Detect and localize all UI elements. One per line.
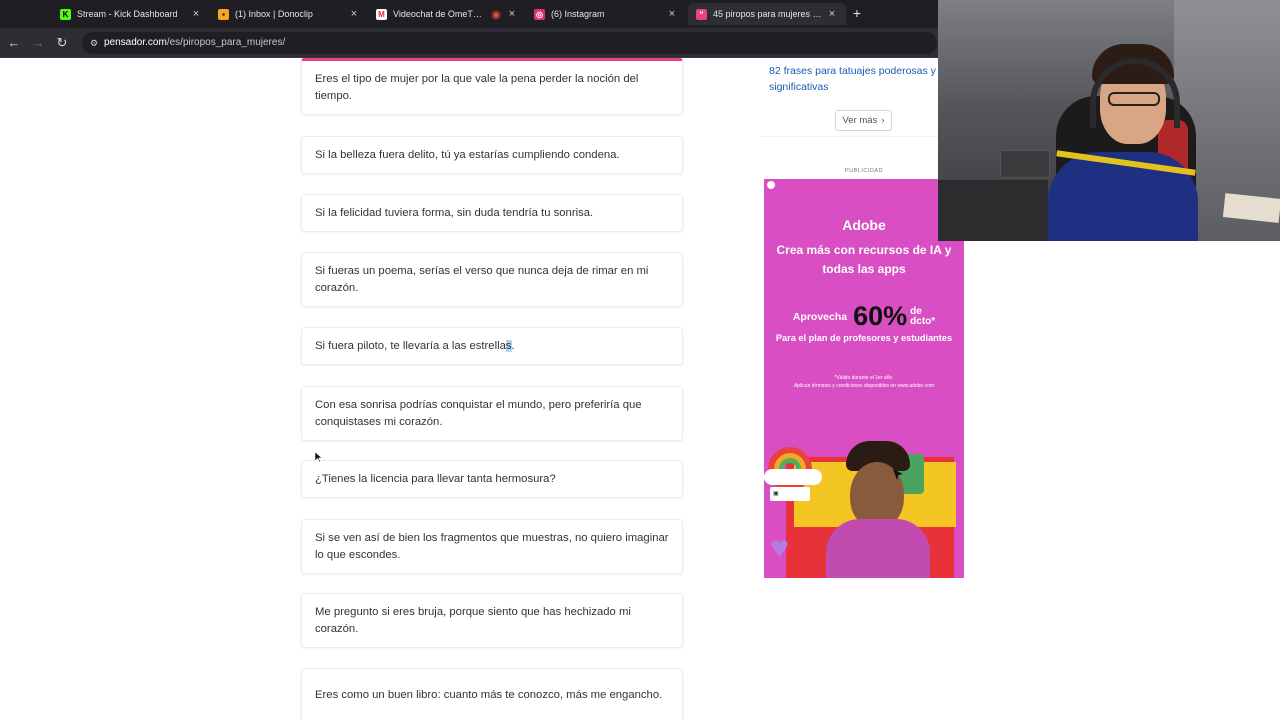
- ver-mas-button[interactable]: Ver más ›: [835, 110, 892, 131]
- quote-card[interactable]: Si la belleza fuera delito, tú ya estarí…: [301, 136, 683, 174]
- reload-icon[interactable]: ↻: [54, 35, 70, 51]
- ad-brand: Adobe: [842, 217, 886, 233]
- quote-card[interactable]: Si la felicidad tuviera forma, sin duda …: [301, 194, 683, 232]
- ad-mini-window: ▣: [770, 487, 810, 501]
- related-article-link[interactable]: 82 frases para tatuajes poderosas y sign…: [769, 63, 944, 95]
- url-bar[interactable]: ⚙ pensador.com/es/piropos_para_mujeres/: [82, 32, 937, 54]
- instagram-icon: ◎: [534, 8, 545, 20]
- ad-headline: Crea más con recursos de IA y todas las …: [776, 243, 952, 276]
- tab-kick-dashboard[interactable]: K Stream - Kick Dashboard ×: [52, 3, 210, 25]
- ad-promo: Aprovecha 60% de dcto*: [792, 301, 936, 331]
- pensador-icon: “: [696, 8, 707, 20]
- tab-piropos-active[interactable]: “ 45 piropos para mujeres para ×: [688, 3, 846, 25]
- close-icon[interactable]: ×: [506, 8, 518, 20]
- mouse-cursor-icon: [315, 452, 323, 462]
- close-icon[interactable]: ×: [190, 8, 202, 20]
- close-icon[interactable]: ×: [826, 8, 838, 20]
- tab-ometv-videochat[interactable]: M Videochat de OmeTV: una ◉ ×: [368, 3, 526, 25]
- quote-card[interactable]: Me pregunto si eres bruja, porque siento…: [301, 593, 683, 648]
- mouse-cursor-icon: [893, 469, 903, 480]
- tab-instagram[interactable]: ◎ (6) Instagram ×: [526, 3, 686, 25]
- adobe-ad-banner[interactable]: Adobe Crea más con recursos de IA y toda…: [764, 179, 964, 578]
- quote-text: Me pregunto si eres bruja, porque siento…: [315, 605, 631, 635]
- site-settings-icon[interactable]: ⚙: [87, 36, 101, 50]
- quote-text: Si la belleza fuera delito, tú ya estarí…: [315, 148, 620, 161]
- quote-text: Eres el tipo de mujer por la que vale la…: [315, 72, 639, 102]
- webcam-desk: [938, 180, 1048, 241]
- quote-card[interactable]: Si fuera piloto, te llevaría a las estre…: [301, 327, 683, 365]
- kick-icon: K: [60, 8, 71, 20]
- quote-text: Si se ven así de bien los fragmentos que…: [315, 531, 669, 561]
- recording-icon: ◉: [491, 8, 501, 21]
- quote-card[interactable]: Si se ven así de bien los fragmentos que…: [301, 519, 683, 574]
- adchoices-icon[interactable]: [767, 181, 775, 189]
- url-text: pensador.com/es/piropos_para_mujeres/: [104, 37, 286, 48]
- quote-text: Eres como un buen libro: cuanto más te c…: [315, 689, 663, 701]
- webcam-monitor: [1000, 150, 1050, 178]
- quote-text: Si fuera piloto, te llevaría a las estre…: [315, 339, 515, 352]
- cloud-icon: [764, 469, 822, 485]
- sidebar-divider: [760, 136, 938, 137]
- advertising-label: PUBLICIDAD: [844, 168, 883, 174]
- close-icon[interactable]: ×: [666, 8, 678, 20]
- quote-card[interactable]: Eres como un buen libro: cuanto más te c…: [301, 668, 683, 720]
- ad-model-jacket: [826, 519, 930, 578]
- quote-card[interactable]: ¿Tienes la licencia para llevar tanta he…: [301, 460, 683, 498]
- ad-subline: Para el plan de profesores y estudiantes: [775, 333, 953, 343]
- heart-icon: ♥: [770, 529, 789, 565]
- forward-arrow-icon[interactable]: →: [30, 35, 46, 51]
- quote-card[interactable]: Si fueras un poema, serías el verso que …: [301, 252, 683, 307]
- quote-text: Si fueras un poema, serías el verso que …: [315, 264, 649, 294]
- tab-donoclip-inbox[interactable]: ▪ (1) Inbox | Donoclip ×: [210, 3, 368, 25]
- webcam-overlay: [938, 0, 1280, 241]
- quote-text: ¿Tienes la licencia para llevar tanta he…: [315, 472, 556, 485]
- back-arrow-icon[interactable]: ←: [6, 35, 22, 51]
- quote-text: Si la felicidad tuviera forma, sin duda …: [315, 206, 594, 219]
- donoclip-icon: ▪: [218, 8, 229, 20]
- gmail-icon: M: [376, 8, 387, 20]
- quote-card[interactable]: Con esa sonrisa podrías conquistar el mu…: [301, 386, 683, 441]
- chevron-right-icon: ›: [881, 115, 885, 126]
- close-icon[interactable]: ×: [348, 8, 360, 20]
- new-tab-plus-icon[interactable]: +: [850, 5, 864, 21]
- quote-card[interactable]: Eres el tipo de mujer por la que vale la…: [301, 58, 683, 115]
- ad-fine-print: *Válido durante el 1er año. Aplican térm…: [793, 375, 935, 389]
- quote-text: Con esa sonrisa podrías conquistar el mu…: [315, 398, 642, 428]
